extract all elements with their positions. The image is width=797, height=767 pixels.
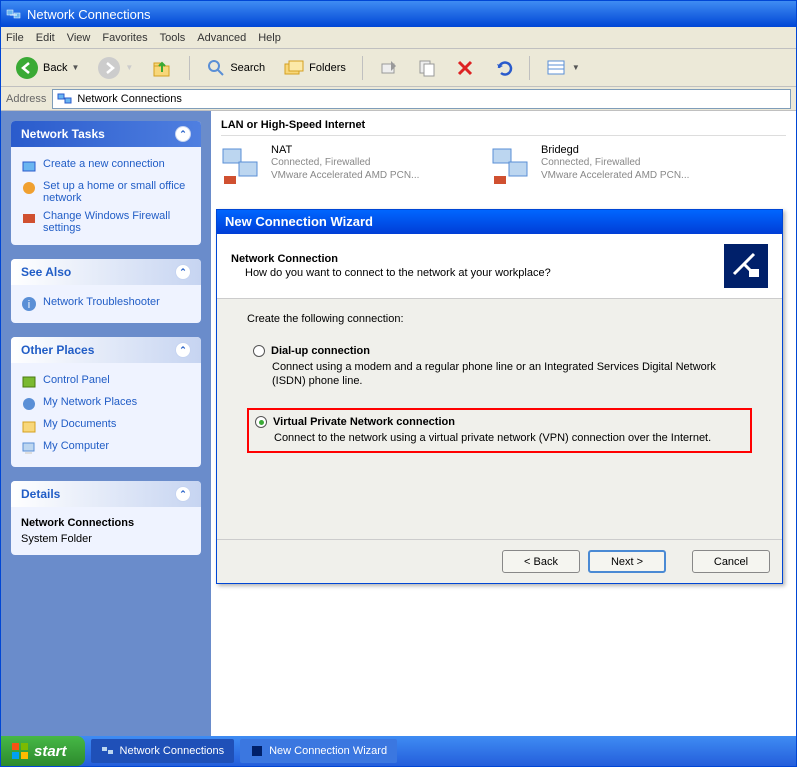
menu-edit[interactable]: Edit xyxy=(36,32,55,44)
sidepanel: Network Tasks ⌃ Create a new connection … xyxy=(1,111,211,736)
forward-button[interactable]: ▼ xyxy=(91,54,139,82)
forward-icon xyxy=(97,56,121,80)
section-header: LAN or High-Speed Internet xyxy=(221,117,786,136)
option-vpn[interactable]: Virtual Private Network connection Conne… xyxy=(247,408,752,453)
menu-help[interactable]: Help xyxy=(258,32,281,44)
back-icon xyxy=(15,56,39,80)
collapse-icon[interactable]: ⌃ xyxy=(175,126,191,142)
window-icon xyxy=(6,6,22,22)
setup-network-link[interactable]: Set up a home or small office network xyxy=(21,177,191,207)
other-places-box: Other Places ⌃ Control Panel My Network … xyxy=(11,337,201,467)
menu-favorites[interactable]: Favorites xyxy=(102,32,147,44)
network-places-link[interactable]: My Network Places xyxy=(21,393,191,415)
delete-icon xyxy=(455,58,475,78)
dropdown-icon: ▼ xyxy=(71,63,79,72)
move-icon xyxy=(379,58,399,78)
menu-advanced[interactable]: Advanced xyxy=(197,32,246,44)
details-name: Network Connections xyxy=(21,515,191,531)
wizard-body: Create the following connection: Dial-up… xyxy=(217,299,782,539)
new-connection-wizard: New Connection Wizard Network Connection… xyxy=(216,209,783,584)
radio-dialup[interactable] xyxy=(253,345,265,357)
start-button[interactable]: start xyxy=(1,736,85,766)
wizard-icon xyxy=(250,744,264,758)
taskbar-item-network[interactable]: Network Connections xyxy=(91,739,235,763)
search-icon xyxy=(206,58,226,78)
copy-icon xyxy=(417,58,437,78)
next-button[interactable]: Next > xyxy=(588,550,666,573)
collapse-icon[interactable]: ⌃ xyxy=(175,486,191,502)
control-panel-link[interactable]: Control Panel xyxy=(21,371,191,393)
windows-logo-icon xyxy=(11,742,29,760)
back-button[interactable]: < Back xyxy=(502,550,580,573)
wizard-header: Network Connection How do you want to co… xyxy=(217,234,782,299)
netconn-icon xyxy=(101,744,115,758)
menu-file[interactable]: File xyxy=(6,32,24,44)
address-label: Address xyxy=(6,93,46,105)
addressbar: Address Network Connections xyxy=(1,87,796,111)
move-button[interactable] xyxy=(373,56,405,80)
address-input[interactable]: Network Connections xyxy=(52,89,791,109)
dropdown-icon: ▼ xyxy=(572,63,580,72)
connection-nat[interactable]: NAT Connected, Firewalled VMware Acceler… xyxy=(221,144,461,186)
connection-icon xyxy=(221,144,263,186)
wizard-titlebar: New Connection Wizard xyxy=(217,210,782,234)
up-folder-icon xyxy=(151,57,173,79)
folders-button[interactable]: Folders xyxy=(277,56,352,80)
views-icon xyxy=(546,58,568,78)
radio-vpn[interactable] xyxy=(255,416,267,428)
dropdown-icon: ▼ xyxy=(125,63,133,72)
back-button[interactable]: Back ▼ xyxy=(9,54,85,82)
my-computer-link[interactable]: My Computer xyxy=(21,437,191,459)
views-button[interactable]: ▼ xyxy=(540,56,586,80)
delete-button[interactable] xyxy=(449,56,481,80)
netconn-icon xyxy=(57,91,73,107)
wizard-subheading: How do you want to connect to the networ… xyxy=(245,267,551,279)
firewall-link[interactable]: Change Windows Firewall settings xyxy=(21,207,191,237)
svg-text:i: i xyxy=(28,299,30,311)
cancel-button[interactable]: Cancel xyxy=(692,550,770,573)
option-dialup[interactable]: Dial-up connection Connect using a modem… xyxy=(247,339,752,394)
network-tasks-box: Network Tasks ⌃ Create a new connection … xyxy=(11,121,201,245)
wizard-buttons: < Back Next > Cancel xyxy=(217,539,782,583)
up-button[interactable] xyxy=(145,55,179,81)
main-area: LAN or High-Speed Internet NAT Connected… xyxy=(211,111,796,736)
menu-view[interactable]: View xyxy=(67,32,91,44)
create-connection-link[interactable]: Create a new connection xyxy=(21,155,191,177)
see-also-header[interactable]: See Also ⌃ xyxy=(11,259,201,285)
folders-icon xyxy=(283,58,305,78)
connection-bridged[interactable]: Bridegd Connected, Firewalled VMware Acc… xyxy=(491,144,731,186)
toolbar: Back ▼ ▼ Search Folders ▼ xyxy=(1,49,796,87)
other-places-header[interactable]: Other Places ⌃ xyxy=(11,337,201,363)
collapse-icon[interactable]: ⌃ xyxy=(175,264,191,280)
details-header[interactable]: Details ⌃ xyxy=(11,481,201,507)
copy-button[interactable] xyxy=(411,56,443,80)
my-documents-link[interactable]: My Documents xyxy=(21,415,191,437)
see-also-box: See Also ⌃ iNetwork Troubleshooter xyxy=(11,259,201,323)
menu-tools[interactable]: Tools xyxy=(160,32,186,44)
menubar: File Edit View Favorites Tools Advanced … xyxy=(1,27,796,49)
undo-button[interactable] xyxy=(487,56,519,80)
search-button[interactable]: Search xyxy=(200,56,271,80)
collapse-icon[interactable]: ⌃ xyxy=(175,342,191,358)
details-type: System Folder xyxy=(21,531,191,547)
details-box: Details ⌃ Network Connections System Fol… xyxy=(11,481,201,555)
wizard-heading: Network Connection xyxy=(231,253,551,265)
taskbar: start Network Connections New Connection… xyxy=(1,736,796,766)
connection-icon xyxy=(491,144,533,186)
network-tasks-header[interactable]: Network Tasks ⌃ xyxy=(11,121,201,147)
undo-icon xyxy=(493,58,513,78)
window-titlebar: Network Connections xyxy=(1,1,796,27)
wizard-instruction: Create the following connection: xyxy=(247,313,752,325)
troubleshooter-link[interactable]: iNetwork Troubleshooter xyxy=(21,293,191,315)
taskbar-item-wizard[interactable]: New Connection Wizard xyxy=(240,739,397,763)
window-title: Network Connections xyxy=(27,7,151,22)
wizard-icon xyxy=(724,244,768,288)
